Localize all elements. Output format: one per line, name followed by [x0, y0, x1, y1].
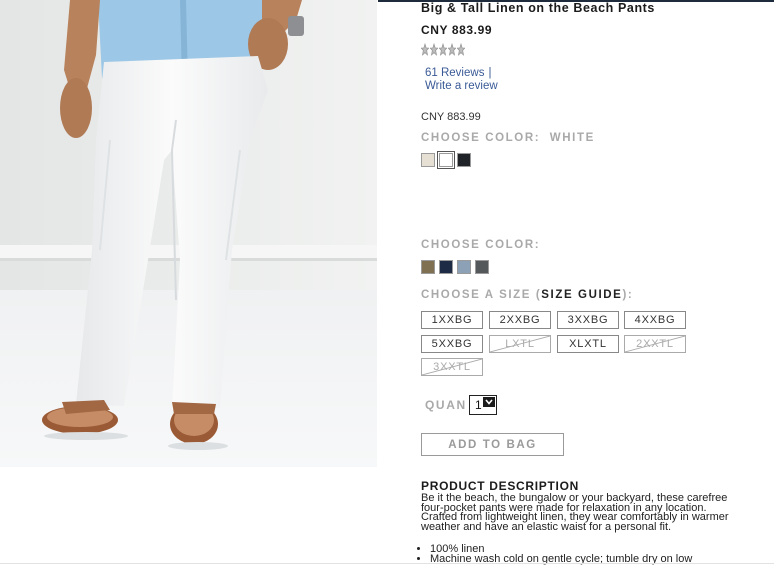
reviews-separator: | — [488, 67, 492, 79]
size-option-lxtl-unavailable[interactable]: LXTL — [489, 335, 551, 353]
size-option-3xxbg[interactable]: 3XXBG — [557, 311, 619, 329]
size-option-2xxbg[interactable]: 2XXBG — [489, 311, 551, 329]
rating-stars — [421, 43, 465, 56]
choose-color-label: CHOOSE COLOR: WHITE — [421, 132, 595, 144]
product-description-title: PRODUCT DESCRIPTION — [421, 479, 579, 493]
add-to-bag-button[interactable]: ADD TO BAG — [421, 433, 564, 456]
color-swatch-white[interactable] — [437, 151, 455, 169]
selected-color-value: WHITE — [549, 132, 595, 144]
size-option-label: 3XXTL — [433, 361, 471, 373]
star-icon — [448, 43, 456, 56]
size-guide-link[interactable]: SIZE GUIDE — [541, 289, 622, 301]
size-option-5xxbg[interactable]: 5XXBG — [421, 335, 483, 353]
reviews-block: 61 Reviews | Write a review — [425, 67, 498, 93]
quantity-value: 1 — [475, 398, 482, 412]
star-icon — [421, 43, 429, 56]
quantity-label: QUAN — [425, 398, 467, 412]
size-option-4xxbg[interactable]: 4XXBG — [624, 311, 686, 329]
color-swatch-navy[interactable] — [439, 260, 453, 274]
size-option-label: XLXTL — [569, 338, 607, 350]
quantity-select[interactable]: 1 — [469, 395, 497, 415]
product-image[interactable] — [0, 0, 377, 467]
star-icon — [430, 43, 438, 56]
color-swatch-slate-blue[interactable] — [457, 260, 471, 274]
color-swatches-primary — [421, 151, 471, 169]
product-price: CNY 883.99 — [421, 23, 493, 37]
choose-color-text: CHOOSE COLOR: — [421, 132, 541, 144]
size-option-xlxtl[interactable]: XLXTL — [557, 335, 619, 353]
size-option-label: 1XXBG — [431, 314, 473, 326]
color-swatch-sand[interactable] — [421, 153, 435, 167]
size-option-1xxbg[interactable]: 1XXBG — [421, 311, 483, 329]
size-option-label: 4XXBG — [634, 314, 676, 326]
color-swatch-charcoal[interactable] — [475, 260, 489, 274]
reviews-link[interactable]: 61 Reviews — [425, 67, 484, 80]
choose-size-label: CHOOSE A SIZE (SIZE GUIDE): — [421, 289, 633, 301]
star-icon — [439, 43, 447, 56]
star-icon — [457, 43, 465, 56]
size-option-label: 2XXTL — [636, 338, 674, 350]
color-swatch-olive[interactable] — [421, 260, 435, 274]
color-swatches-secondary — [421, 260, 489, 274]
size-option-2xxtl-unavailable[interactable]: 2XXTL — [624, 335, 686, 353]
color-swatch-black[interactable] — [457, 153, 471, 167]
size-option-label: 2XXBG — [499, 314, 541, 326]
chevron-down-icon[interactable] — [483, 397, 495, 407]
size-option-label: 3XXBG — [567, 314, 609, 326]
choose-color-label-secondary: CHOOSE COLOR: — [421, 239, 541, 251]
size-option-3xxtl-unavailable[interactable]: 3XXTL — [421, 358, 483, 376]
secondary-price: CNY 883.99 — [421, 111, 481, 123]
size-option-label: 5XXBG — [431, 338, 473, 350]
product-details-list: 100% linen Machine wash cold on gentle c… — [414, 544, 692, 565]
page-divider — [0, 563, 774, 564]
size-guide-paren-close: ): — [622, 289, 634, 301]
write-review-link[interactable]: Write a review — [425, 80, 498, 93]
choose-size-text: CHOOSE A SIZE — [421, 289, 532, 301]
product-title: Big & Tall Linen on the Beach Pants — [421, 1, 655, 15]
product-description-body: Be it the beach, the bungalow or your ba… — [421, 492, 729, 533]
size-option-label: LXTL — [505, 338, 535, 350]
